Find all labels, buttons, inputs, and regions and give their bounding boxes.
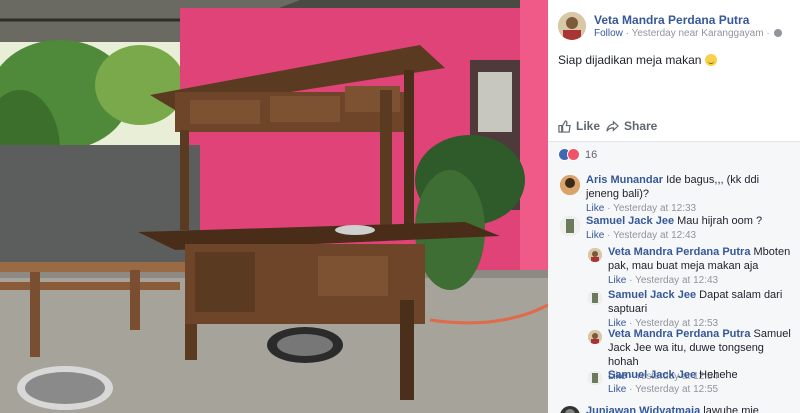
commenter-avatar[interactable] bbox=[588, 371, 602, 385]
commenter-name[interactable]: Samuel Jack Jee bbox=[586, 215, 674, 227]
commenter-avatar[interactable] bbox=[560, 216, 580, 236]
commenter-avatar[interactable] bbox=[560, 406, 580, 413]
smile-emoji-icon bbox=[704, 54, 717, 66]
author-name[interactable]: Veta Mandra Perdana Putra bbox=[594, 13, 749, 27]
comment-like-link[interactable]: Like bbox=[586, 230, 604, 241]
comments-list: Aris Munandar Ide bagus,,, (kk ddi jenen… bbox=[548, 167, 800, 413]
post-time[interactable]: · Yesterday near Karanggayam · bbox=[623, 28, 773, 39]
share-button[interactable]: Share bbox=[606, 119, 657, 133]
comment-like-link[interactable]: Like bbox=[608, 384, 626, 395]
like-button[interactable]: Like bbox=[558, 119, 600, 133]
comment-time[interactable]: Yesterday at 12:43 bbox=[635, 275, 718, 286]
caption-text: Siap dijadikan meja makan bbox=[558, 53, 705, 67]
comment-text: Hehehe bbox=[696, 369, 738, 381]
commenter-name[interactable]: Veta Mandra Perdana Putra bbox=[608, 328, 750, 340]
commenter-avatar[interactable] bbox=[588, 248, 602, 262]
commenter-name[interactable]: Juniawan Widyatmaja bbox=[586, 405, 700, 413]
commenter-avatar[interactable] bbox=[560, 175, 580, 195]
follow-link[interactable]: Follow bbox=[594, 28, 623, 39]
commenter-name[interactable]: Samuel Jack Jee bbox=[608, 289, 696, 301]
post-header: Veta Mandra Perdana Putra Follow · Yeste… bbox=[558, 10, 794, 44]
share-label: Share bbox=[624, 119, 658, 133]
reactions-bar[interactable]: 16 bbox=[548, 141, 800, 167]
comment-time[interactable]: Yesterday at 12:43 bbox=[613, 230, 696, 241]
comment-time[interactable]: Yesterday at 12:55 bbox=[635, 384, 718, 395]
like-label: Like bbox=[576, 119, 601, 133]
reaction-icons bbox=[558, 148, 582, 162]
comment-like-link[interactable]: Like bbox=[586, 203, 604, 214]
comment-time[interactable]: Yesterday at 12:33 bbox=[613, 203, 696, 214]
reaction-count[interactable]: 16 bbox=[585, 149, 597, 161]
author-avatar[interactable] bbox=[558, 12, 586, 40]
post-meta: Follow · Yesterday near Karanggayam · bbox=[594, 28, 783, 39]
post-side-panel: Veta Mandra Perdana Putra Follow · Yeste… bbox=[548, 0, 800, 413]
globe-icon bbox=[774, 29, 783, 37]
commenter-name[interactable]: Samuel Jack Jee bbox=[608, 369, 696, 381]
post-actions: Like Share bbox=[558, 117, 794, 137]
comment-text: Mau hijrah oom ? bbox=[674, 215, 763, 227]
commenter-avatar[interactable] bbox=[588, 291, 602, 305]
photo-viewer: Veta Mandra Perdana Putra Follow · Yeste… bbox=[0, 0, 800, 413]
commenter-avatar[interactable] bbox=[588, 330, 602, 344]
comment-like-link[interactable]: Like bbox=[608, 275, 626, 286]
post-photo[interactable] bbox=[0, 0, 548, 413]
love-reaction-icon bbox=[567, 148, 580, 161]
commenter-name[interactable]: Aris Munandar bbox=[586, 174, 663, 186]
commenter-name[interactable]: Veta Mandra Perdana Putra bbox=[608, 246, 750, 258]
photo-scene bbox=[0, 0, 548, 413]
post-caption: Siap dijadikan meja makan bbox=[558, 53, 717, 67]
thumbs-up-icon bbox=[558, 119, 571, 133]
share-arrow-icon bbox=[606, 120, 619, 132]
